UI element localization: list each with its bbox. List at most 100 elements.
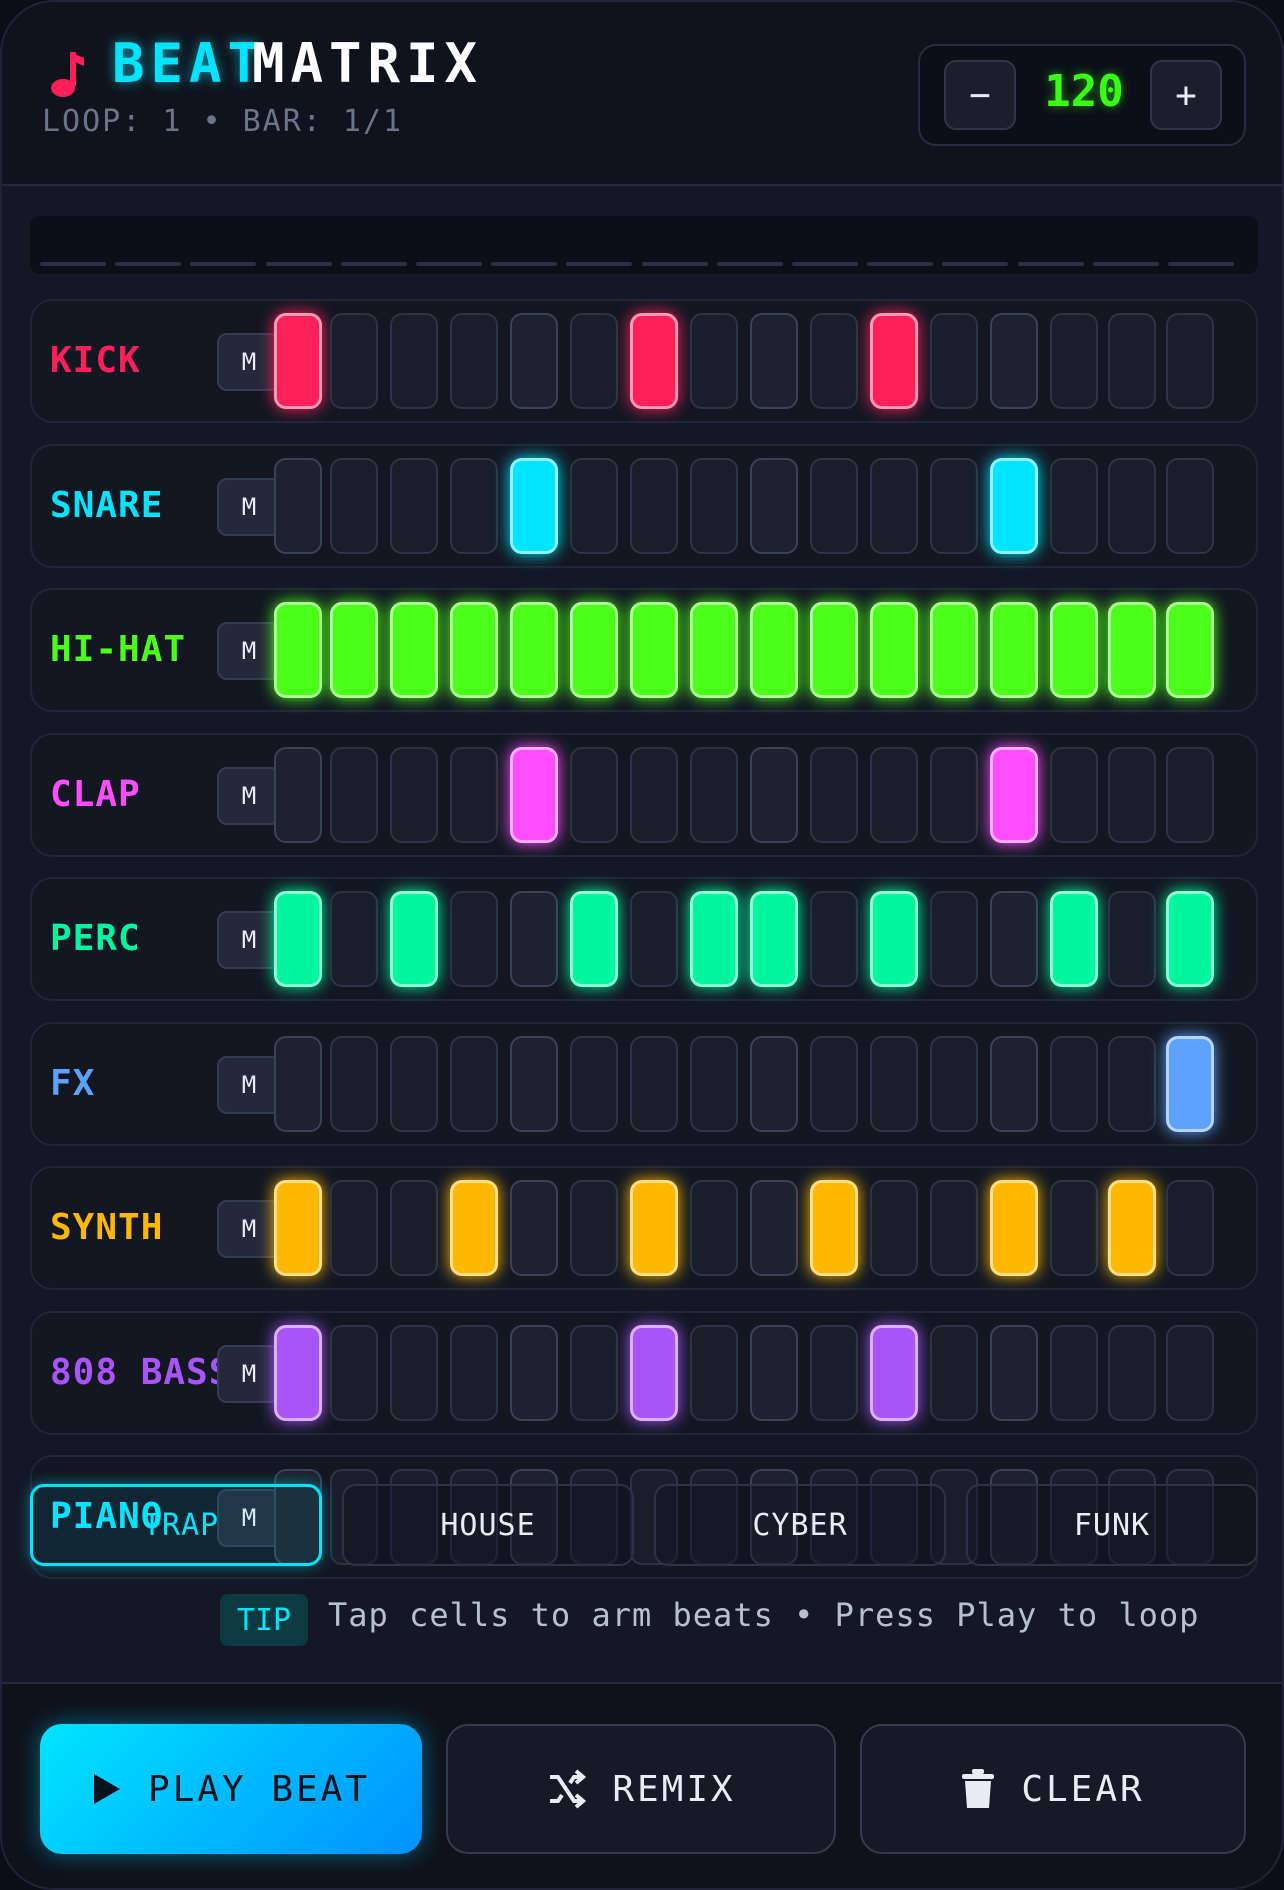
step-cell[interactable] xyxy=(1050,1180,1098,1276)
step-cell[interactable] xyxy=(1108,602,1156,698)
step-cell[interactable] xyxy=(990,602,1038,698)
step-cell[interactable] xyxy=(870,1180,918,1276)
step-cell[interactable] xyxy=(1166,1324,1214,1421)
step-cell[interactable] xyxy=(1166,746,1214,843)
step-cell[interactable] xyxy=(810,313,858,409)
step-cell[interactable] xyxy=(390,746,438,843)
step-cell[interactable] xyxy=(690,1180,738,1276)
step-cell[interactable] xyxy=(810,1324,858,1421)
step-cell[interactable] xyxy=(1166,457,1214,554)
step-cell[interactable] xyxy=(690,313,738,409)
step-cell[interactable] xyxy=(330,1180,378,1276)
mute-button[interactable]: M xyxy=(217,622,281,680)
step-cell[interactable] xyxy=(570,746,618,843)
step-cell[interactable] xyxy=(274,746,322,843)
step-cell[interactable] xyxy=(750,1035,798,1132)
step-cell[interactable] xyxy=(990,891,1038,987)
mute-button[interactable]: M xyxy=(217,1344,281,1403)
step-cell[interactable] xyxy=(450,1324,498,1421)
step-cell[interactable] xyxy=(274,313,322,409)
step-cell[interactable] xyxy=(690,746,738,843)
step-cell[interactable] xyxy=(510,1324,558,1421)
remix-button[interactable]: REMIX xyxy=(446,1724,836,1854)
step-cell[interactable] xyxy=(750,602,798,698)
step-cell[interactable] xyxy=(870,1035,918,1132)
preset-trap-button[interactable]: TRAP xyxy=(30,1484,322,1566)
preset-funk-button[interactable]: FUNK xyxy=(966,1484,1258,1566)
mute-button[interactable]: M xyxy=(217,477,281,536)
step-cell[interactable] xyxy=(570,313,618,409)
step-cell[interactable] xyxy=(630,1035,678,1132)
step-cell[interactable] xyxy=(630,746,678,843)
step-cell[interactable] xyxy=(630,1180,678,1276)
step-cell[interactable] xyxy=(930,891,978,987)
step-cell[interactable] xyxy=(1166,891,1214,987)
step-cell[interactable] xyxy=(570,1180,618,1276)
step-cell[interactable] xyxy=(570,1324,618,1421)
step-cell[interactable] xyxy=(630,602,678,698)
step-cell[interactable] xyxy=(274,1035,322,1132)
step-cell[interactable] xyxy=(1166,602,1214,698)
step-cell[interactable] xyxy=(510,457,558,554)
step-cell[interactable] xyxy=(990,1180,1038,1276)
step-cell[interactable] xyxy=(1050,457,1098,554)
step-cell[interactable] xyxy=(1050,1324,1098,1421)
preset-cyber-button[interactable]: CYBER xyxy=(654,1484,946,1566)
step-cell[interactable] xyxy=(990,1035,1038,1132)
step-cell[interactable] xyxy=(330,1324,378,1421)
step-cell[interactable] xyxy=(930,1035,978,1132)
step-cell[interactable] xyxy=(274,457,322,554)
step-cell[interactable] xyxy=(870,313,918,409)
step-cell[interactable] xyxy=(810,1180,858,1276)
step-cell[interactable] xyxy=(630,891,678,987)
step-cell[interactable] xyxy=(390,602,438,698)
step-cell[interactable] xyxy=(450,891,498,987)
step-cell[interactable] xyxy=(810,891,858,987)
step-cell[interactable] xyxy=(390,891,438,987)
step-cell[interactable] xyxy=(990,1324,1038,1421)
step-cell[interactable] xyxy=(690,1035,738,1132)
step-cell[interactable] xyxy=(274,1324,322,1421)
step-cell[interactable] xyxy=(510,1035,558,1132)
step-cell[interactable] xyxy=(330,746,378,843)
step-cell[interactable] xyxy=(690,457,738,554)
step-cell[interactable] xyxy=(1108,457,1156,554)
step-cell[interactable] xyxy=(570,1035,618,1132)
step-cell[interactable] xyxy=(1108,1180,1156,1276)
step-cell[interactable] xyxy=(390,1324,438,1421)
bpm-decrease-button[interactable]: − xyxy=(944,60,1016,130)
step-cell[interactable] xyxy=(870,457,918,554)
step-cell[interactable] xyxy=(690,891,738,987)
step-cell[interactable] xyxy=(1050,746,1098,843)
step-cell[interactable] xyxy=(1166,313,1214,409)
mute-button[interactable]: M xyxy=(217,766,281,825)
step-cell[interactable] xyxy=(870,1324,918,1421)
step-cell[interactable] xyxy=(1108,891,1156,987)
step-cell[interactable] xyxy=(330,602,378,698)
step-cell[interactable] xyxy=(750,891,798,987)
step-cell[interactable] xyxy=(750,457,798,554)
mute-button[interactable]: M xyxy=(217,911,281,969)
step-cell[interactable] xyxy=(630,313,678,409)
step-cell[interactable] xyxy=(450,1035,498,1132)
step-cell[interactable] xyxy=(450,1180,498,1276)
step-cell[interactable] xyxy=(930,1324,978,1421)
preset-house-button[interactable]: HOUSE xyxy=(342,1484,634,1566)
clear-button[interactable]: CLEAR xyxy=(860,1724,1246,1854)
step-cell[interactable] xyxy=(930,602,978,698)
step-cell[interactable] xyxy=(930,1180,978,1276)
step-cell[interactable] xyxy=(1166,1180,1214,1276)
step-cell[interactable] xyxy=(450,746,498,843)
step-cell[interactable] xyxy=(1050,1035,1098,1132)
step-cell[interactable] xyxy=(870,602,918,698)
step-cell[interactable] xyxy=(570,602,618,698)
step-cell[interactable] xyxy=(930,457,978,554)
step-cell[interactable] xyxy=(750,313,798,409)
step-cell[interactable] xyxy=(450,313,498,409)
step-cell[interactable] xyxy=(1108,313,1156,409)
step-cell[interactable] xyxy=(870,891,918,987)
step-cell[interactable] xyxy=(990,746,1038,843)
step-cell[interactable] xyxy=(990,457,1038,554)
step-cell[interactable] xyxy=(450,457,498,554)
step-cell[interactable] xyxy=(330,891,378,987)
